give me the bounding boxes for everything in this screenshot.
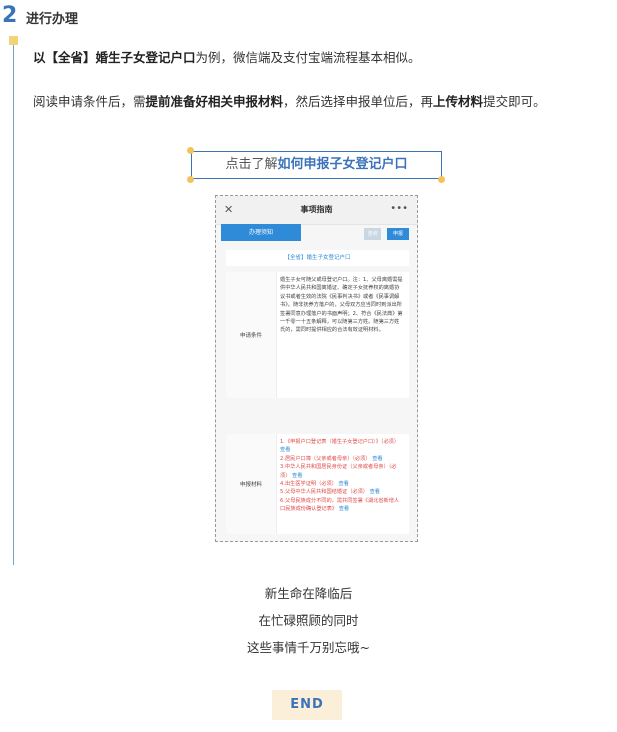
intro-text: 为例，微信端及支付宝端流程基本相似。 [195,50,421,65]
condition-row: 申请条件 婚生子女可随父或母登记户口。注：1、父母离婚需提供中华人民共和国离婚证… [226,272,409,398]
material-item: 1.《申报户口登记表（婚生子女登记户口）》（必须） 查看 [280,439,400,454]
end-text: END [290,697,324,712]
tab-guide[interactable]: 办理须知 [221,224,301,241]
closing-line-3: 这些事情千万别忘哦~ [247,640,370,655]
intro-paragraph-1: 以【全省】婚生子女登记户口为例，微信端及支付宝端流程基本相似。 [33,47,603,68]
view-link[interactable]: 查看 [339,506,349,512]
guide-link-bold: 如何申报子女登记户口 [277,157,408,172]
corner-dot [187,147,194,154]
material-item: 5.父母中华人民共和国结婚证（必须） 查看 [280,489,380,496]
screenshot-subtitle: 【全省】婚生子女登记户口 [226,250,409,266]
guide-link-prefix: 点击了解 [225,157,278,172]
more-icon[interactable]: ••• [390,196,408,222]
materials-label: 申报材料 [226,434,277,534]
step-line-marker [9,36,18,45]
step-title: 进行办理 [26,12,79,27]
closing-line-2: 在忙碌照顾的同时 [258,613,359,628]
closing-line-1: 新生命在降临后 [264,586,353,601]
materials-list: 1.《申报户口登记表（婚生子女登记户口）》（必须） 查看 2.居民户口簿（父亲或… [280,438,404,514]
corner-dot [438,176,445,183]
embedded-screenshot: 事项指南 ✕ ••• 办理须知 咨询 申报 【全省】婚生子女登记户口 申请条件 … [215,195,418,542]
end-badge: END [272,690,342,720]
intro-paragraph-2: 阅读申请条件后，需提前准备好相关申报材料，然后选择申报单位后，再上传材料提交即可… [33,91,603,112]
consult-button[interactable]: 咨询 [364,228,381,240]
intro-bold: 以【全省】婚生子女登记户口 [33,50,196,65]
material-item: 6.父母民族成分不同的，需共同签署《湖北省新增人口民族成份确认登记表》 查看 [280,497,400,513]
materials-row: 申报材料 1.《申报户口登记表（婚生子女登记户口）》（必须） 查看 2.居民户口… [226,434,409,534]
material-item: 4.出生医学证明（必须） 查看 [280,481,349,488]
view-link[interactable]: 查看 [370,489,380,495]
view-link[interactable]: 查看 [280,447,290,453]
material-item: 2.居民户口簿（父亲或者母亲）（必须） 查看 [280,455,383,462]
close-icon[interactable]: ✕ [224,196,233,224]
condition-label: 申请条件 [226,272,277,398]
intro-text: 阅读申请条件后，需 [33,94,146,109]
guide-link[interactable]: 点击了解如何申报子女登记户口 [191,151,442,179]
view-link[interactable]: 查看 [338,481,348,487]
view-link[interactable]: 查看 [292,473,302,479]
intro-bold: 上传材料 [433,94,484,109]
intro-bold: 提前准备好相关申报材料 [145,94,284,109]
material-item: 3.中华人民共和国居民身份证（父亲或者母亲）（必须） 查看 [280,464,397,479]
step-number: 2 [2,3,18,28]
screenshot-title: 事项指南 [216,196,417,225]
intro-text: ，然后选择申报单位后，再 [283,94,434,109]
intro-text: 提交即可。 [483,94,546,109]
corner-dot [187,176,194,183]
view-link[interactable]: 查看 [372,456,382,462]
apply-button[interactable]: 申报 [387,228,409,240]
step-line [13,40,14,565]
condition-text: 婚生子女可随父或母登记户口。注：1、父母离婚需提供中华人民共和国离婚证、确定子女… [280,277,403,334]
